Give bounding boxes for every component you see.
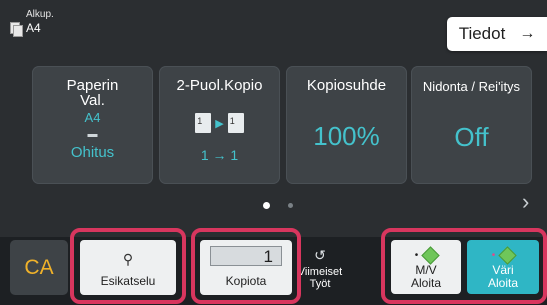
history-icon: ↺ (314, 247, 326, 263)
duplex-copy-icon: 1 ▶ 1 (192, 113, 244, 136)
paper-select-tile[interactable]: Paperin Val. A4 ▬ Ohitus (32, 66, 153, 184)
staple-punch-value: Off (454, 122, 489, 152)
paper-tray-icon: ▬ (87, 129, 98, 140)
staple-punch-tile[interactable]: Nidonta / Rei'itys Off (411, 66, 532, 184)
duplex-copy-value: 1 → 1 (200, 147, 239, 163)
clear-all-button[interactable]: CA (10, 240, 68, 295)
copy-ratio-title: Kopiosuhde (306, 77, 387, 94)
copy-ratio-value: 100% (313, 121, 380, 151)
highlight-preview (70, 228, 186, 304)
original-size-indicator: Alkup. A4 (10, 8, 54, 37)
original-label: Alkup. (26, 9, 54, 20)
arrow-right-icon: → (519, 25, 536, 42)
page-indicator-inactive (288, 203, 293, 208)
highlight-copies (191, 228, 301, 304)
duplex-copy-title: 2-Puol.Kopio (176, 77, 263, 94)
paper-select-title: Paperin Val. (66, 77, 119, 109)
paper-tray-value: Ohitus (70, 144, 115, 161)
page-indicator-active (263, 202, 270, 209)
recent-jobs-label: Viimeiset Työt (297, 266, 343, 290)
recent-jobs-button[interactable]: ↺ Viimeiset Työt (298, 247, 342, 297)
info-button-label: Tiedot (458, 24, 506, 43)
paper-size-value: A4 (84, 110, 101, 125)
original-document-icon (10, 22, 23, 37)
highlight-start-buttons (381, 228, 547, 304)
info-button[interactable]: Tiedot → (447, 17, 547, 51)
copy-ratio-tile[interactable]: Kopiosuhde 100% (286, 66, 407, 184)
duplex-copy-tile[interactable]: 2-Puol.Kopio 1 ▶ 1 1 → 1 (159, 66, 280, 184)
original-size: A4 (26, 21, 41, 35)
chevron-right-icon[interactable]: › (522, 189, 529, 215)
staple-punch-title: Nidonta / Rei'itys (422, 79, 521, 94)
